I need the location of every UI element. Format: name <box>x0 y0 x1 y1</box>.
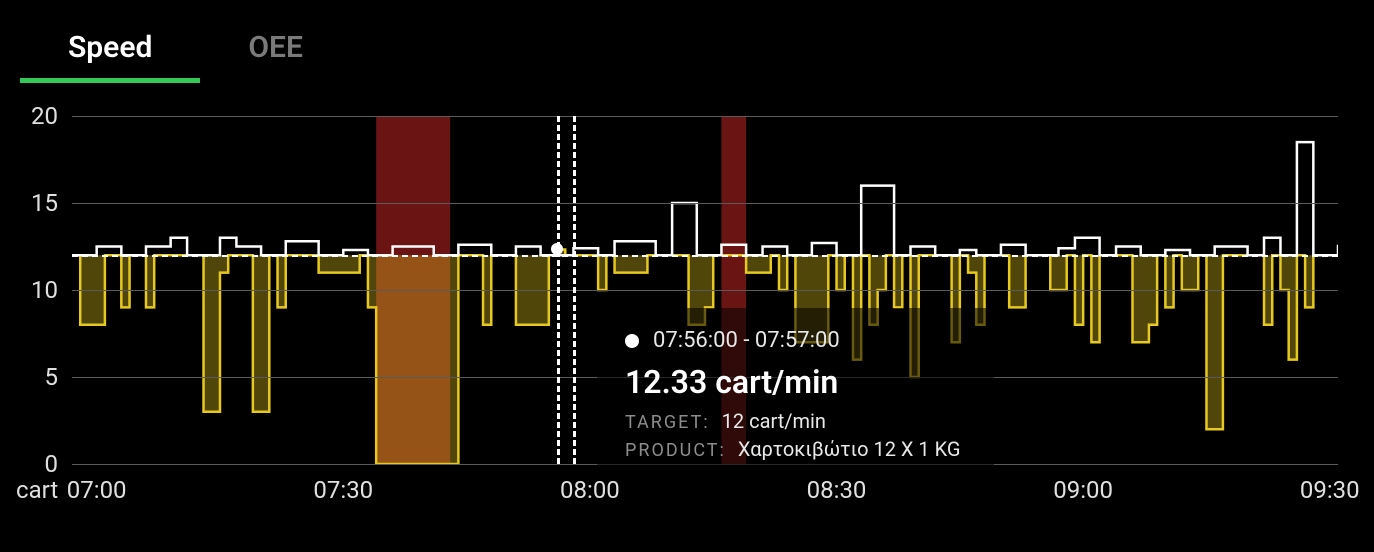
grid-line <box>72 290 1338 291</box>
target-line <box>72 255 1338 257</box>
legend-dot-icon <box>625 334 639 348</box>
y-tick-label: 10 <box>0 276 58 304</box>
tooltip-target-label: TARGET: <box>625 412 710 433</box>
max-line <box>72 142 1338 255</box>
cursor-line <box>557 116 560 464</box>
tooltip-target-value: 12 cart/min <box>722 409 826 433</box>
tooltip: 07:56:00 - 07:57:00 12.33 cart/min TARGE… <box>597 308 994 481</box>
cursor-dot <box>551 243 563 255</box>
x-tick-label: 07:00 <box>67 476 127 504</box>
y-tick-label: 5 <box>0 363 58 391</box>
y-tick-label: 15 <box>0 189 58 217</box>
grid-line <box>72 116 1338 117</box>
y-axis-unit: cart <box>16 476 58 504</box>
tooltip-value: 12.33 cart/min <box>625 363 960 401</box>
x-tick-label: 09:30 <box>1300 476 1360 504</box>
y-tick-label: 0 <box>0 450 58 478</box>
tab-oee[interactable]: OEE <box>200 30 351 83</box>
grid-line <box>72 203 1338 204</box>
tooltip-product-value: Χαρτοκιβώτιο 12 Χ 1 KG <box>738 437 961 461</box>
tooltip-time-range: 07:56:00 - 07:57:00 <box>653 328 840 353</box>
tabs: Speed OEE <box>20 30 351 83</box>
y-tick-label: 20 <box>0 102 58 130</box>
x-tick-label: 09:00 <box>1053 476 1113 504</box>
x-tick-label: 07:30 <box>313 476 373 504</box>
tooltip-product-label: PRODUCT: <box>625 440 726 461</box>
cursor-line-secondary <box>573 116 576 464</box>
speed-chart[interactable]: 05101520 07:0007:3008:0008:3009:0009:30 … <box>72 116 1338 464</box>
tab-speed[interactable]: Speed <box>20 30 200 83</box>
